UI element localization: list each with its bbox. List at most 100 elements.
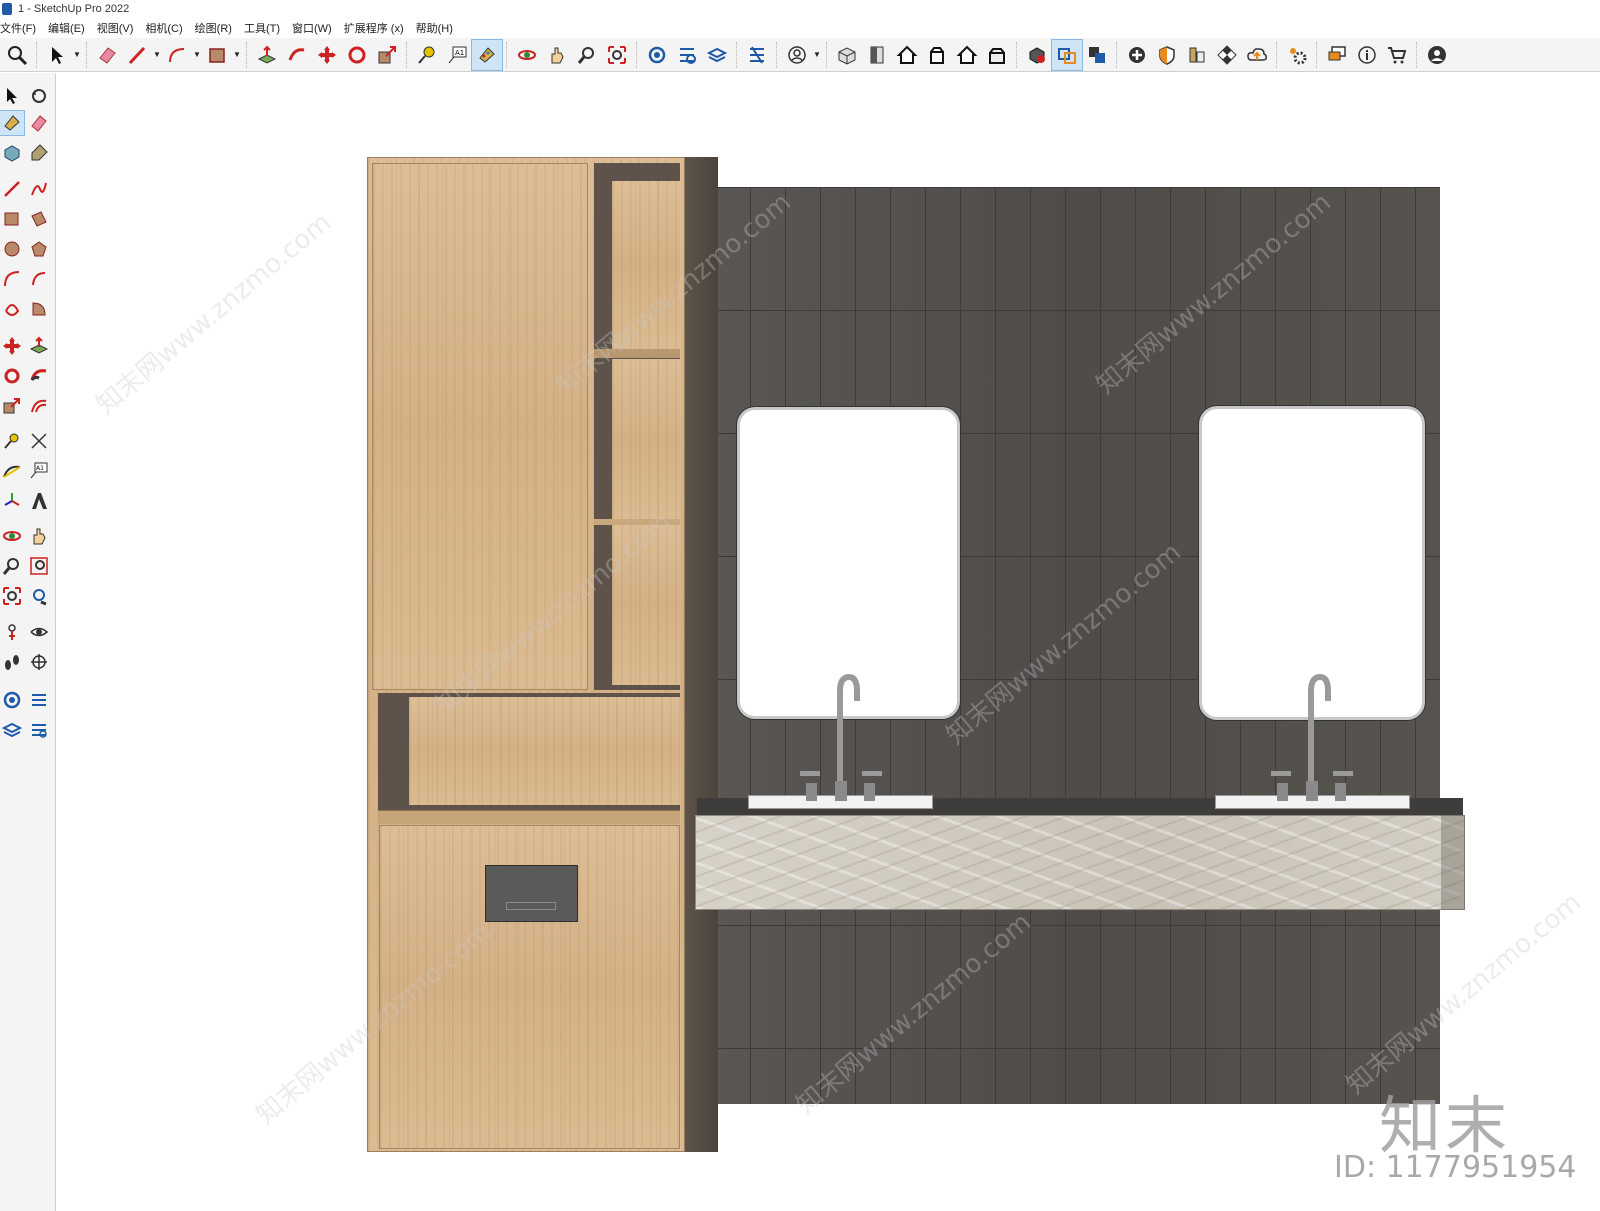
- orbit-icon[interactable]: [27, 84, 51, 108]
- account-icon[interactable]: [1422, 40, 1452, 70]
- move-icon[interactable]: [312, 40, 342, 70]
- 3dtext-icon[interactable]: [27, 489, 51, 513]
- warehouse-icon[interactable]: [642, 40, 672, 70]
- pencil-dropdown-icon[interactable]: ▼: [152, 50, 162, 59]
- scale-icon[interactable]: [0, 394, 24, 418]
- svg-text:A1: A1: [455, 49, 464, 57]
- menu-help[interactable]: 帮助(H): [410, 20, 459, 36]
- zoom-extents-icon[interactable]: [0, 584, 24, 608]
- move-icon[interactable]: [0, 334, 24, 358]
- info-icon[interactable]: [1352, 40, 1382, 70]
- pan-icon[interactable]: [542, 40, 572, 70]
- previous-view-icon[interactable]: [27, 584, 51, 608]
- orbit2-icon[interactable]: [0, 524, 24, 548]
- zoom-icon[interactable]: [0, 554, 24, 578]
- dimension-icon[interactable]: [27, 429, 51, 453]
- pushpull-icon[interactable]: [27, 334, 51, 358]
- text-icon[interactable]: A1: [27, 459, 51, 483]
- layers-icon[interactable]: [702, 40, 732, 70]
- rotate-icon[interactable]: [0, 364, 24, 388]
- freehand-icon[interactable]: [27, 177, 51, 201]
- pan-icon[interactable]: [27, 524, 51, 548]
- offset-icon[interactable]: [27, 394, 51, 418]
- left-view-icon[interactable]: [982, 40, 1012, 70]
- cloud-icon[interactable]: [1242, 40, 1272, 70]
- settings-icon[interactable]: [1282, 40, 1312, 70]
- extension-icon[interactable]: [672, 40, 702, 70]
- warehouse-icon[interactable]: [0, 688, 24, 712]
- pencil-icon[interactable]: [122, 40, 152, 70]
- styles-icon[interactable]: [27, 718, 51, 742]
- paint-icon[interactable]: [0, 110, 25, 136]
- chat-icon[interactable]: [1322, 40, 1352, 70]
- arc-dropdown-icon[interactable]: ▼: [192, 50, 202, 59]
- menu-extensions[interactable]: 扩展程序 (x): [338, 20, 410, 36]
- paint-icon[interactable]: [471, 38, 503, 71]
- add-location-icon[interactable]: [1122, 40, 1152, 70]
- profile-icon[interactable]: [782, 40, 812, 70]
- followme-icon[interactable]: [282, 40, 312, 70]
- subtract-icon[interactable]: [1082, 40, 1112, 70]
- rectangle-icon[interactable]: [202, 40, 232, 70]
- line-icon[interactable]: [0, 177, 24, 201]
- cart-icon[interactable]: [1382, 40, 1412, 70]
- union-icon[interactable]: [1051, 38, 1083, 71]
- tag-icon[interactable]: [27, 141, 51, 165]
- menu-camera[interactable]: 相机(C): [139, 20, 188, 36]
- menu-tools[interactable]: 工具(T): [238, 20, 286, 36]
- tape-icon[interactable]: [0, 429, 24, 453]
- rectangle-icon[interactable]: [0, 207, 24, 231]
- text-icon[interactable]: A1: [442, 40, 472, 70]
- polygon-icon[interactable]: [27, 237, 51, 261]
- axes-icon[interactable]: [0, 489, 24, 513]
- pie-icon[interactable]: [27, 267, 51, 291]
- circle-icon[interactable]: [0, 237, 24, 261]
- lookaround-icon[interactable]: [27, 620, 51, 644]
- styles-icon[interactable]: [742, 40, 772, 70]
- pie2-icon[interactable]: [27, 297, 51, 321]
- select-dropdown-icon[interactable]: ▼: [72, 50, 82, 59]
- arc-icon[interactable]: [162, 40, 192, 70]
- layers-icon[interactable]: [0, 718, 24, 742]
- menu-edit[interactable]: 编辑(E): [42, 20, 91, 36]
- back-view-icon[interactable]: [952, 40, 982, 70]
- materials-icon[interactable]: [1182, 40, 1212, 70]
- right-view-icon[interactable]: [922, 40, 952, 70]
- rotate-icon[interactable]: [342, 40, 372, 70]
- menu-window[interactable]: 窗口(W): [286, 20, 338, 36]
- profile-dropdown-icon[interactable]: ▼: [812, 50, 822, 59]
- followme-icon[interactable]: [27, 364, 51, 388]
- zoom-extents-icon[interactable]: [602, 40, 632, 70]
- iso-view-icon[interactable]: [832, 40, 862, 70]
- walk-icon[interactable]: [0, 650, 24, 674]
- section-icon[interactable]: [27, 650, 51, 674]
- component-icon[interactable]: [0, 141, 24, 165]
- arc3-icon[interactable]: [0, 297, 24, 321]
- rotated-rect-icon[interactable]: [27, 207, 51, 231]
- top-view-icon[interactable]: [862, 40, 892, 70]
- tape-icon[interactable]: [412, 40, 442, 70]
- select-icon[interactable]: [0, 84, 24, 108]
- solid-icon[interactable]: [1022, 40, 1052, 70]
- zoom-window-icon[interactable]: [572, 40, 602, 70]
- protractor-icon[interactable]: [0, 459, 24, 483]
- checker-icon[interactable]: [1212, 40, 1242, 70]
- eraser-icon[interactable]: [27, 111, 51, 135]
- extension-icon[interactable]: [27, 688, 51, 712]
- arc-icon[interactable]: [0, 267, 24, 291]
- front-view-icon[interactable]: [892, 40, 922, 70]
- eraser-icon[interactable]: [92, 40, 122, 70]
- rectangle-dropdown-icon[interactable]: ▼: [232, 50, 242, 59]
- menu-draw[interactable]: 绘图(R): [189, 20, 238, 36]
- menu-view[interactable]: 视图(V): [91, 20, 140, 36]
- select-icon[interactable]: [42, 40, 72, 70]
- pushpull-icon[interactable]: [252, 40, 282, 70]
- menu-file[interactable]: 文件(F): [0, 20, 42, 36]
- zoom-window-icon[interactable]: [27, 554, 51, 578]
- shadow-icon[interactable]: [1152, 40, 1182, 70]
- zoom-icon[interactable]: [2, 40, 32, 70]
- position-camera-icon[interactable]: [0, 620, 24, 644]
- drawing-canvas[interactable]: 知末网www.znzmo.com 知末网www.znzmo.com 知末网www…: [57, 73, 1600, 1211]
- scale-icon[interactable]: [372, 40, 402, 70]
- orbit-icon[interactable]: [512, 40, 542, 70]
